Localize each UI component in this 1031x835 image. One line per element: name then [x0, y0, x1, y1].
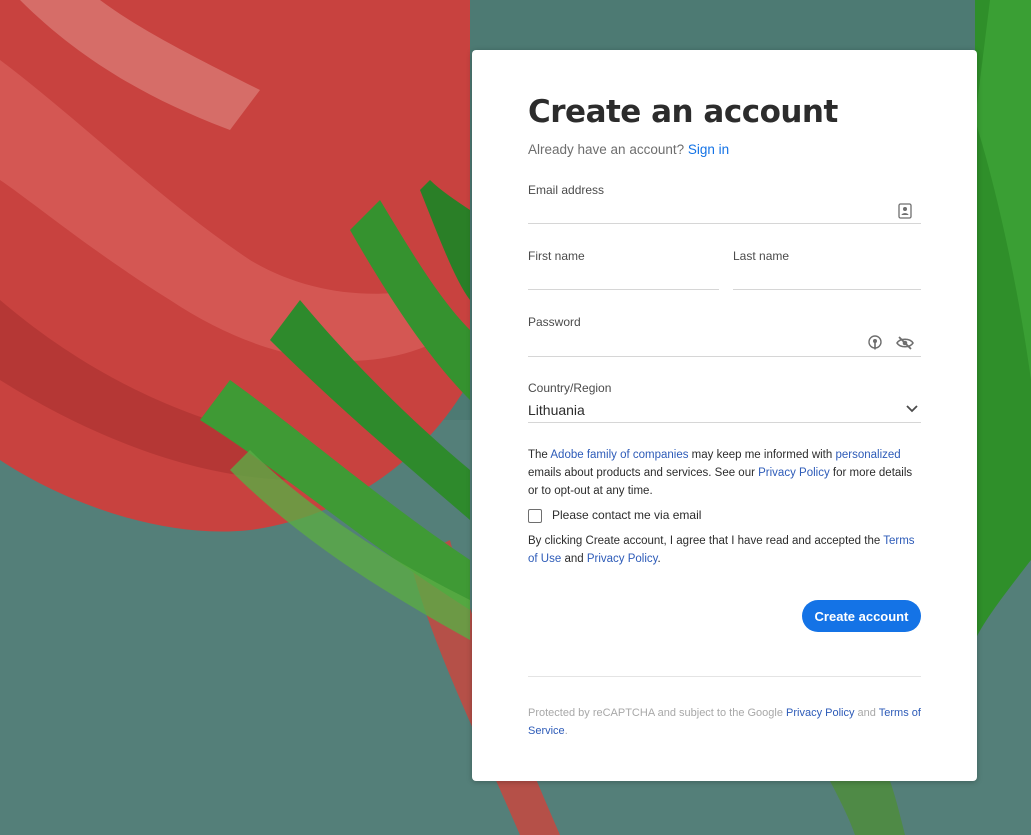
recaptcha-text-3: .	[564, 725, 568, 737]
recaptcha-notice: Protected by reCAPTCHA and subject to th…	[528, 704, 921, 740]
page-title: Create an account	[528, 94, 838, 130]
signin-prompt-text: Already have an account?	[528, 142, 685, 157]
signin-prompt: Already have an account? Sign in	[528, 142, 729, 157]
contact-card-icon[interactable]	[896, 202, 914, 220]
consent-text-2: may keep me informed with	[688, 449, 836, 461]
contact-via-email-checkbox[interactable]	[528, 509, 542, 523]
adobe-family-link[interactable]: Adobe family of companies	[550, 449, 688, 461]
consent-text-1: The	[528, 449, 551, 461]
terms-text-2: and	[561, 553, 587, 565]
terms-text-3: .	[657, 553, 661, 565]
create-account-button[interactable]: Create account	[802, 600, 921, 632]
terms-text: By clicking Create account, I agree that…	[528, 532, 921, 568]
signup-card: Create an account Already have an accoun…	[472, 50, 977, 781]
footer-divider	[528, 676, 921, 677]
email-label: Email address	[528, 183, 605, 197]
signin-link[interactable]: Sign in	[688, 142, 729, 157]
country-label: Country/Region	[528, 381, 612, 395]
recaptcha-text-2: and	[854, 707, 879, 719]
privacy-policy-link[interactable]: Privacy Policy	[758, 467, 830, 479]
google-privacy-policy-link[interactable]: Privacy Policy	[786, 707, 854, 719]
recaptcha-text-1: Protected by reCAPTCHA and subject to th…	[528, 707, 787, 719]
country-underline	[528, 422, 921, 423]
terms-text-1: By clicking Create account, I agree that…	[528, 535, 884, 547]
eye-slash-icon[interactable]	[896, 334, 914, 352]
first-name-field[interactable]	[528, 266, 719, 290]
consent-text-3: emails about products and services. See …	[528, 467, 759, 479]
contact-via-email-label[interactable]: Please contact me via email	[552, 508, 701, 522]
email-field[interactable]	[528, 200, 921, 224]
terms-privacy-policy-link[interactable]: Privacy Policy	[587, 553, 658, 565]
country-dropdown-chevron[interactable]	[903, 400, 921, 418]
country-select[interactable]: Lithuania	[528, 402, 585, 418]
key-suggest-icon[interactable]	[866, 334, 884, 352]
last-name-field[interactable]	[733, 266, 921, 290]
first-name-label: First name	[528, 249, 585, 263]
password-field[interactable]	[528, 333, 921, 357]
password-label: Password	[528, 315, 581, 329]
last-name-label: Last name	[733, 249, 790, 263]
chevron-down-icon[interactable]	[960, 400, 978, 418]
marketing-consent-text: The Adobe family of companies may keep m…	[528, 446, 921, 500]
personalized-link[interactable]: personalized	[835, 449, 900, 461]
